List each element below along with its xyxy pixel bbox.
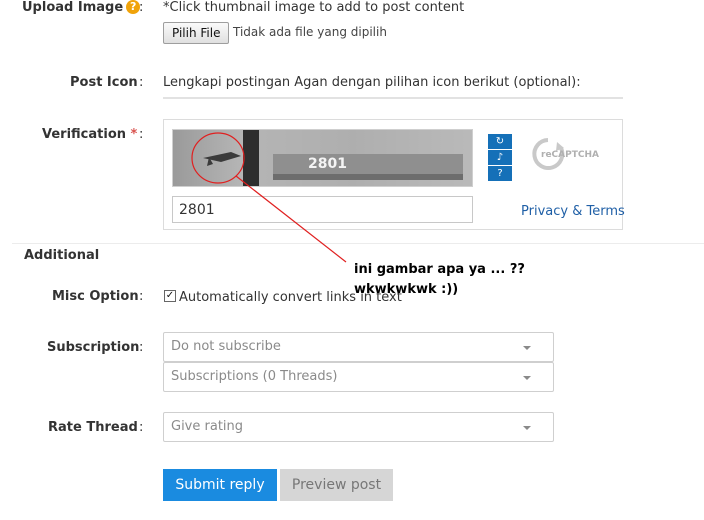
upload-image-label: Upload Image? [22, 0, 141, 15]
audio-captcha-icon[interactable]: ♪ [488, 150, 512, 165]
recaptcha-logo-text: reCAPTCHA [541, 150, 599, 160]
post-icon-text: Lengkapi postingan Agan dengan pilihan i… [163, 75, 581, 90]
chevron-down-icon [523, 376, 531, 380]
post-icon-label: Post Icon [70, 75, 138, 90]
captcha-image: 2801 [172, 129, 473, 187]
convert-links-checkbox[interactable]: ✓ [164, 290, 176, 302]
additional-section-title: Additional [24, 248, 100, 263]
subscription-folder-select[interactable]: Subscriptions (0 Threads) [163, 362, 554, 392]
refresh-captcha-icon[interactable]: ↻ [488, 134, 512, 149]
privacy-terms-link[interactable]: Privacy & Terms [521, 204, 625, 219]
choose-file-button[interactable]: Pilih File [163, 22, 230, 44]
upload-image-label-text: Upload Image [22, 0, 124, 15]
annotation-line-2: wkwkwkwk :)) [354, 282, 459, 297]
subscription-select-value: Do not subscribe [171, 339, 281, 354]
no-file-text: Tidak ada file yang dipilih [233, 25, 387, 39]
upload-hint: *Click thumbnail image to add to post co… [163, 0, 465, 15]
subscription-colon: : [139, 340, 144, 355]
subscription-folder-value: Subscriptions (0 Threads) [171, 369, 338, 384]
help-captcha-icon[interactable]: ? [488, 166, 512, 181]
chevron-down-icon [523, 426, 531, 430]
captcha-image-text: 2801 [308, 156, 347, 172]
post-icon-colon: : [139, 75, 144, 90]
verification-label-text: Verification [42, 127, 127, 142]
submit-reply-button[interactable]: Submit reply [163, 469, 277, 501]
subscription-select[interactable]: Do not subscribe [163, 332, 554, 362]
rate-thread-colon: : [139, 420, 144, 435]
captcha-input[interactable] [172, 196, 473, 223]
recaptcha-logo: reCAPTCHA [529, 134, 609, 178]
misc-option-colon: : [139, 289, 144, 304]
preview-post-button[interactable]: Preview post [280, 469, 393, 501]
rate-thread-value: Give rating [171, 419, 244, 434]
verification-colon: : [139, 127, 144, 142]
misc-option-label: Misc Option [52, 289, 139, 304]
verification-label: Verification * [42, 127, 137, 142]
required-mark: * [130, 127, 138, 142]
annotation-text: ini gambar apa ya ... ?? wkwkwkwk :)) [354, 260, 525, 300]
subscription-label: Subscription [47, 340, 140, 355]
recaptcha-widget: 2801 ↻ ♪ ? reCAPTCHA Privacy & Terms [163, 119, 625, 230]
post-icon-divider [163, 97, 623, 99]
upload-colon: : [139, 0, 144, 15]
chevron-down-icon [523, 346, 531, 350]
rate-thread-select[interactable]: Give rating [163, 412, 554, 442]
annotation-line-1: ini gambar apa ya ... ?? [354, 262, 525, 277]
rate-thread-label: Rate Thread [48, 420, 138, 435]
